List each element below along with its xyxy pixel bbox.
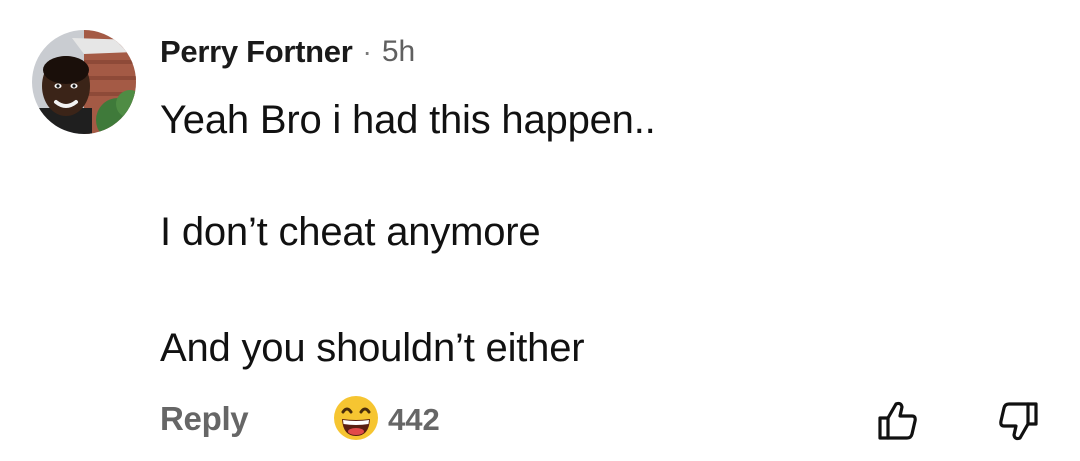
thumbs-down-icon[interactable] <box>995 398 1041 444</box>
reaction-summary[interactable]: 442 <box>332 394 440 447</box>
author-name[interactable]: Perry Fortner <box>160 34 353 70</box>
avatar[interactable] <box>32 30 136 134</box>
reply-button[interactable]: Reply <box>160 400 249 438</box>
reaction-count: 442 <box>388 402 440 437</box>
comment-text-line: Yeah Bro i had this happen.. <box>160 98 656 142</box>
meta-separator: · <box>362 36 372 67</box>
thumbs-up-icon[interactable] <box>875 398 921 444</box>
comment-text-line: I don’t cheat anymore <box>160 210 541 254</box>
laughing-emoji-icon <box>332 394 380 447</box>
comment-actions: Reply 442 <box>0 392 1080 456</box>
comment-text-line: And you shouldn’t either <box>160 326 585 370</box>
comment: Perry Fortner · 5h Yeah Bro i had this h… <box>0 0 1080 461</box>
timestamp: 5h <box>381 35 416 68</box>
comment-header: Perry Fortner · 5h <box>160 30 415 74</box>
